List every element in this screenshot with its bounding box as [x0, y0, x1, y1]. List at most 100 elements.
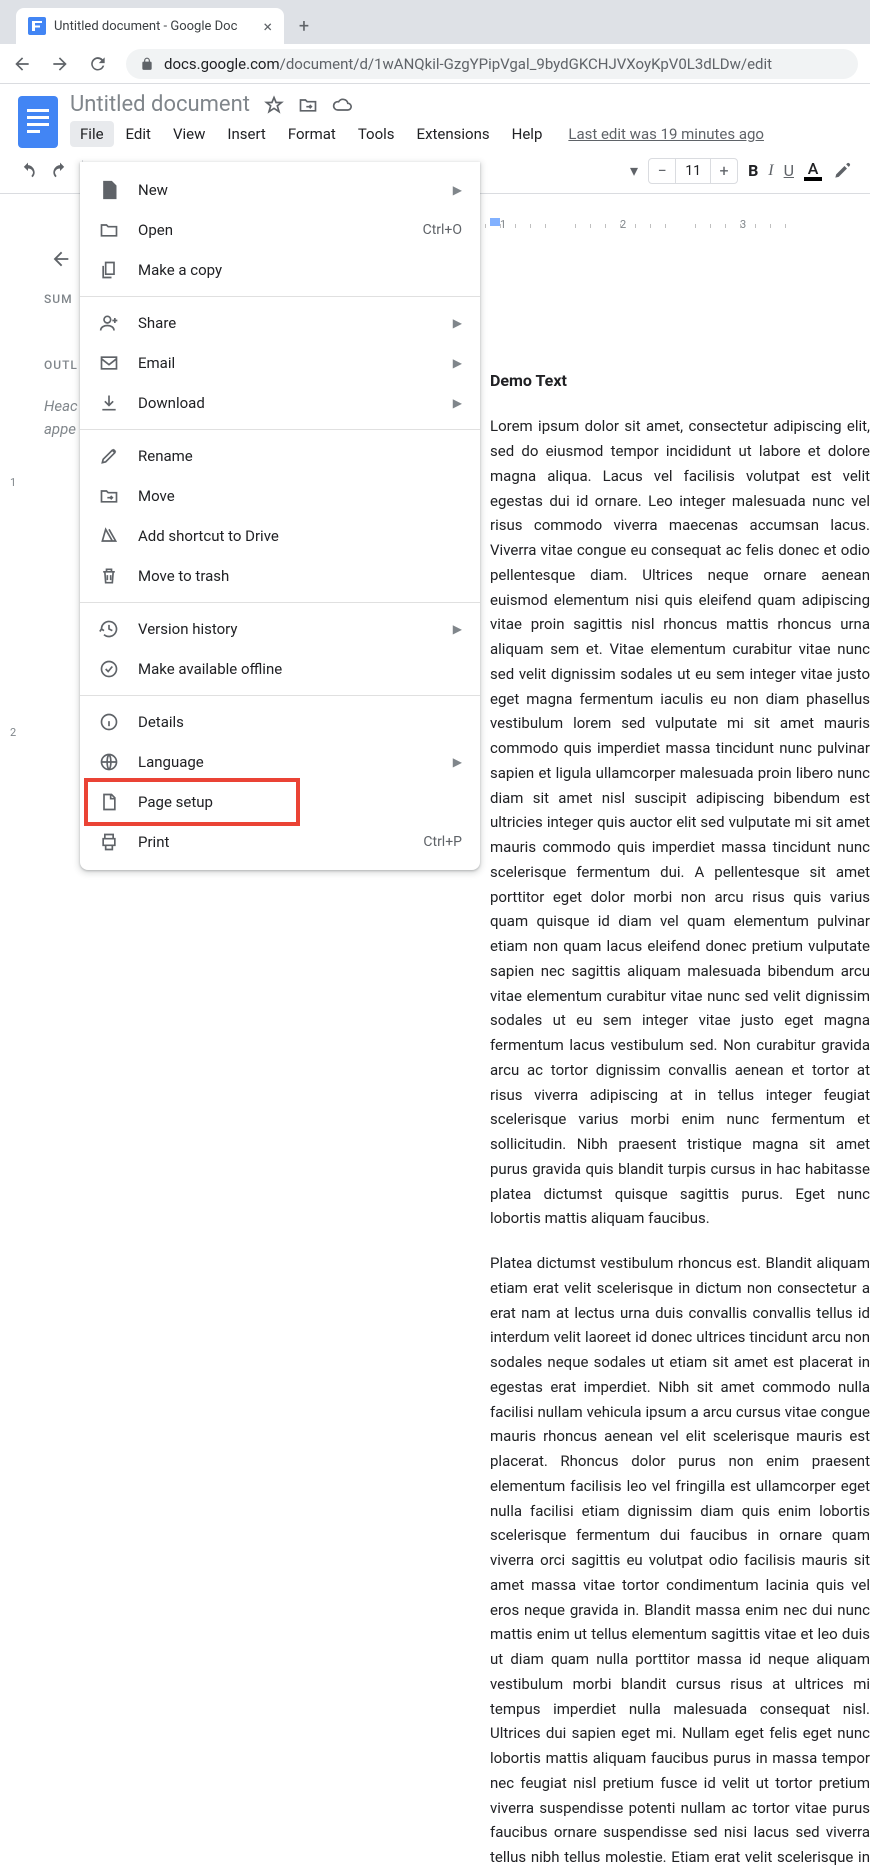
text-color-button[interactable]: A	[804, 161, 822, 181]
menu-item-label: Rename	[138, 447, 462, 465]
doc-icon	[98, 180, 120, 200]
drive-shortcut-icon	[98, 526, 120, 546]
menu-item-label: Email	[138, 354, 435, 372]
menu-item-download[interactable]: Download▶	[80, 383, 480, 423]
indent-marker[interactable]	[490, 218, 500, 226]
move-icon[interactable]	[298, 95, 318, 115]
tab-title: Untitled document - Google Doc	[54, 19, 255, 34]
folder-icon	[98, 220, 120, 240]
trash-icon	[98, 566, 120, 586]
docs-logo-icon[interactable]	[18, 96, 58, 148]
menu-file[interactable]: File	[70, 121, 114, 147]
font-dropdown[interactable]: ▾	[630, 161, 638, 180]
menu-item-make-a-copy[interactable]: Make a copy	[80, 250, 480, 290]
history-icon	[98, 619, 120, 639]
menu-item-share[interactable]: Share ▶	[80, 303, 480, 343]
menu-item-add-shortcut-to-drive[interactable]: Add shortcut to Drive	[80, 516, 480, 556]
docs-header: Untitled document FileEditViewInsertForm…	[0, 84, 870, 148]
redo-button[interactable]	[50, 161, 70, 181]
menu-format[interactable]: Format	[278, 121, 346, 147]
person-add-icon	[98, 313, 120, 333]
browser-tab-strip: Untitled document - Google Doc × +	[0, 0, 870, 44]
italic-button[interactable]: I	[768, 162, 773, 180]
bold-button[interactable]: B	[748, 161, 758, 180]
nav-reload-icon[interactable]	[88, 54, 108, 74]
menu-insert[interactable]: Insert	[217, 121, 275, 147]
menu-item-label: Share	[138, 314, 435, 332]
url-text: docs.google.com/document/d/1wANQkil-GzgY…	[164, 55, 772, 73]
pencil-icon	[98, 446, 120, 466]
menu-item-label: Move to trash	[138, 567, 462, 585]
font-size-increase[interactable]: +	[711, 161, 737, 180]
menu-view[interactable]: View	[163, 121, 215, 147]
offline-icon	[98, 659, 120, 679]
menu-item-rename[interactable]: Rename	[80, 436, 480, 476]
document-body[interactable]: Demo Text Lorem ipsum dolor sit amet, co…	[490, 368, 870, 1870]
doc-title-input[interactable]: Untitled document	[70, 92, 250, 117]
menu-tools[interactable]: Tools	[348, 121, 405, 147]
mail-icon	[98, 353, 120, 373]
menu-item-version-history[interactable]: Version history▶	[80, 609, 480, 649]
font-size-decrease[interactable]: −	[649, 161, 675, 180]
menu-item-email[interactable]: Email ▶	[80, 343, 480, 383]
drive-move-icon	[98, 486, 120, 506]
menu-item-new[interactable]: New ▶	[80, 170, 480, 210]
globe-icon	[98, 752, 120, 772]
menu-separator	[80, 695, 480, 696]
summary-label: SUM	[44, 292, 73, 306]
submenu-arrow-icon: ▶	[453, 356, 462, 370]
shortcut-label: Ctrl+O	[423, 222, 462, 238]
url-input[interactable]: docs.google.com/document/d/1wANQkil-GzgY…	[126, 49, 858, 79]
file-menu-dropdown: New ▶ OpenCtrl+O Make a copy Share ▶ Email ▶ Dow…	[80, 162, 480, 870]
paragraph[interactable]: Platea dictumst vestibulum rhoncus est. …	[490, 1251, 870, 1870]
tab-close-icon[interactable]: ×	[263, 17, 272, 36]
vertical-ruler[interactable]: 1 2	[4, 236, 28, 935]
menu-item-page-setup[interactable]: Page setup	[80, 782, 480, 822]
paragraph[interactable]: Lorem ipsum dolor sit amet, consectetur …	[490, 414, 870, 1231]
font-size-value[interactable]: 11	[675, 159, 711, 183]
menu-item-label: Page setup	[138, 793, 462, 811]
undo-button[interactable]	[18, 161, 38, 181]
menu-item-label: Make a copy	[138, 261, 462, 279]
last-edit-link[interactable]: Last edit was 19 minutes ago	[568, 125, 764, 143]
menu-separator	[80, 429, 480, 430]
menu-item-details[interactable]: Details	[80, 702, 480, 742]
nav-forward-icon[interactable]	[50, 54, 70, 74]
copy-icon	[98, 260, 120, 280]
underline-button[interactable]: U	[784, 161, 794, 180]
menu-extensions[interactable]: Extensions	[407, 121, 500, 147]
new-tab-button[interactable]: +	[290, 12, 318, 40]
menu-item-open[interactable]: OpenCtrl+O	[80, 210, 480, 250]
submenu-arrow-icon: ▶	[453, 316, 462, 330]
browser-tab[interactable]: Untitled document - Google Doc ×	[16, 8, 284, 44]
menu-item-make-available-offline[interactable]: Make available offline	[80, 649, 480, 689]
menu-item-language[interactable]: Language▶	[80, 742, 480, 782]
print-icon	[98, 832, 120, 852]
font-size-control: − 11 +	[648, 158, 738, 184]
outline-placeholder: Heacappe	[44, 395, 78, 440]
menu-help[interactable]: Help	[502, 121, 553, 147]
shortcut-label: Ctrl+P	[423, 834, 462, 850]
submenu-arrow-icon: ▶	[453, 622, 462, 636]
menu-item-label: Details	[138, 713, 462, 731]
nav-back-icon[interactable]	[12, 54, 32, 74]
page-icon	[98, 792, 120, 812]
menu-item-move[interactable]: Move	[80, 476, 480, 516]
menu-item-move-to-trash[interactable]: Move to trash	[80, 556, 480, 596]
doc-heading[interactable]: Demo Text	[490, 368, 870, 394]
submenu-arrow-icon: ▶	[453, 183, 462, 197]
menu-bar: FileEditViewInsertFormatToolsExtensionsH…	[70, 121, 764, 147]
star-icon[interactable]	[264, 95, 284, 115]
menu-edit[interactable]: Edit	[116, 121, 161, 147]
menu-item-print[interactable]: PrintCtrl+P	[80, 822, 480, 862]
highlight-button[interactable]	[832, 161, 852, 181]
menu-item-label: New	[138, 181, 435, 199]
horizontal-ruler[interactable]: 123	[480, 214, 870, 234]
cloud-status-icon[interactable]	[332, 95, 352, 115]
outline-collapse-button[interactable]	[50, 248, 72, 270]
lock-icon	[140, 57, 154, 71]
browser-address-bar: docs.google.com/document/d/1wANQkil-GzgY…	[0, 44, 870, 84]
outline-label: OUTL	[44, 358, 78, 372]
menu-item-label: Add shortcut to Drive	[138, 527, 462, 545]
docs-favicon-icon	[28, 17, 46, 35]
